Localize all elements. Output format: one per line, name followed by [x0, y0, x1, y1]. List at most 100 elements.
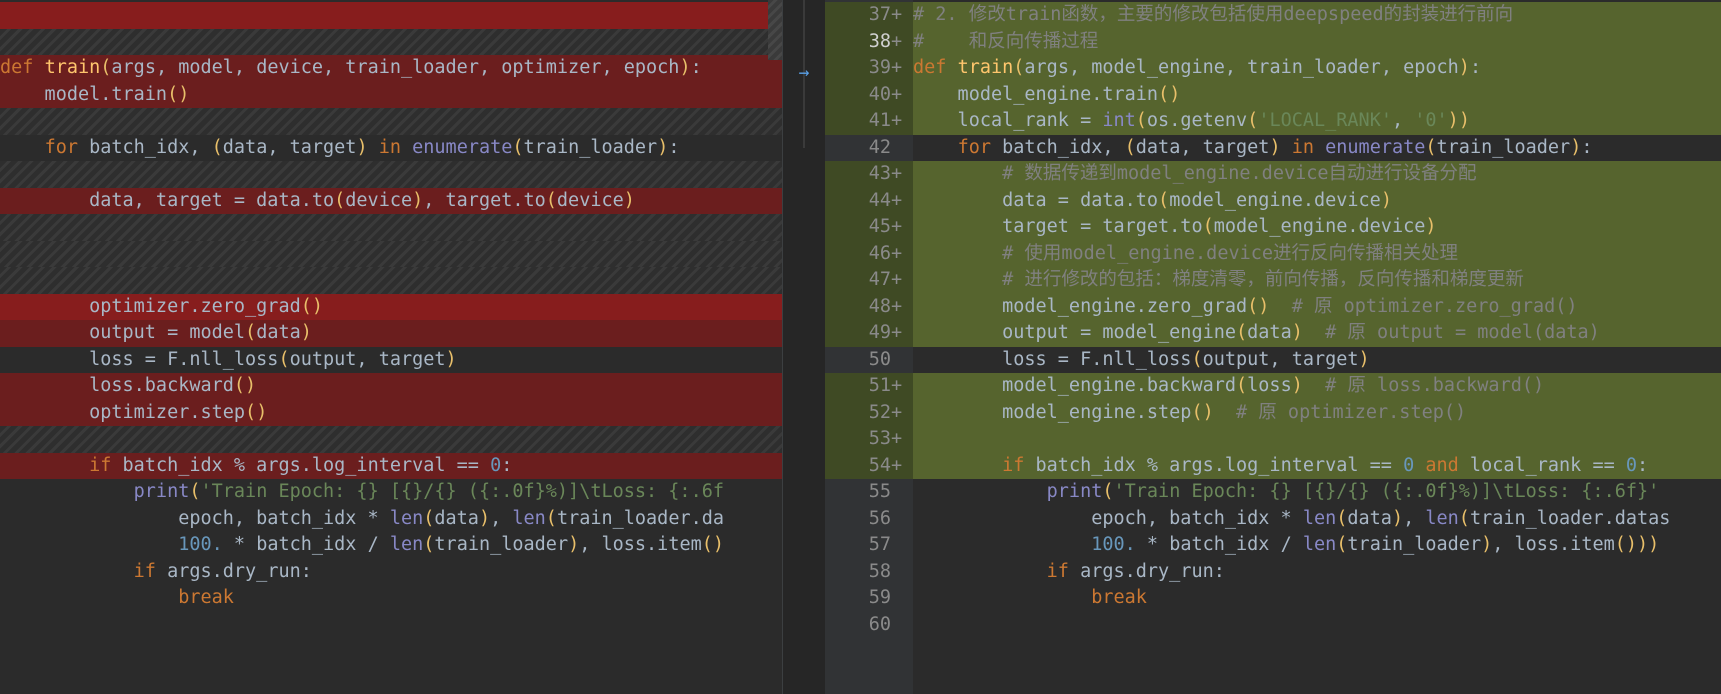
code-line[interactable]: output = model_engine(data) # 原 output =…	[913, 320, 1721, 347]
left-diff-pane[interactable]: def train(args, model, device, train_loa…	[0, 0, 782, 694]
code-line-text: break	[178, 587, 234, 608]
code-line[interactable]: loss.backward()	[0, 373, 782, 400]
code-line[interactable]	[913, 426, 1721, 453]
code-line[interactable]: 100. * batch_idx / len(train_loader), lo…	[913, 532, 1721, 559]
code-line[interactable]	[0, 426, 782, 453]
code-line[interactable]: # 2. 修改train函数，主要的修改包括使用deepspeed的封装进行前向	[913, 2, 1721, 29]
code-line[interactable]: if args.dry_run:	[913, 559, 1721, 586]
code-line[interactable]: for batch_idx, (data, target) in enumera…	[0, 135, 782, 162]
code-line[interactable]: break	[0, 585, 782, 612]
code-line[interactable]: model_engine.train()	[913, 81, 1721, 108]
line-number: 57	[825, 532, 913, 559]
added-line-marker: +	[891, 428, 903, 449]
line-number-value: 55	[868, 481, 891, 502]
code-line[interactable]	[0, 108, 782, 135]
code-line[interactable]: # 进行修改的包括：梯度清零，前向传播，反向传播和梯度更新	[913, 267, 1721, 294]
line-number-value: 39	[868, 57, 891, 78]
code-line[interactable]	[0, 28, 782, 55]
code-line-text: # 进行修改的包括：梯度清零，前向传播，反向传播和梯度更新	[1002, 269, 1524, 290]
left-code-area[interactable]: def train(args, model, device, train_loa…	[0, 0, 782, 694]
line-number-value: 54	[868, 454, 891, 476]
code-line[interactable]: output = model(data)	[0, 320, 782, 347]
code-line[interactable]: break	[913, 585, 1721, 612]
code-line[interactable]: def train(args, model_engine, train_load…	[913, 55, 1721, 82]
code-line[interactable]: # 数据传递到model_engine.device自动进行设备分配	[913, 161, 1721, 188]
code-line[interactable]	[0, 2, 782, 29]
code-line-text: # 使用model_engine.device进行反向传播相关处理	[1002, 242, 1459, 264]
line-number: 51+	[825, 373, 913, 400]
right-diff-pane[interactable]: 37+ 38+ 39+ 40+ 41+ 42 43+ 44+ 45+ 46+ 47+ 48+ 49+ 50…	[825, 0, 1721, 694]
line-number: 42	[825, 135, 913, 162]
code-line[interactable]: model.train()	[0, 81, 782, 108]
line-number-value: 50	[868, 348, 891, 370]
code-line[interactable]: data, target = data.to(device), target.t…	[0, 187, 782, 214]
code-line[interactable]: # 使用model_engine.device进行反向传播相关处理	[913, 240, 1721, 267]
added-line-marker: +	[891, 295, 903, 317]
added-line-marker: +	[891, 216, 903, 237]
code-line[interactable]: if batch_idx % args.log_interval == 0 an…	[913, 452, 1721, 479]
code-line[interactable]: optimizer.step()	[0, 399, 782, 426]
code-line[interactable]: data = data.to(model_engine.device)	[913, 187, 1721, 214]
code-line-text: model_engine.backward(loss) # 原 loss.bac…	[913, 375, 1545, 396]
code-line-text: print('Train Epoch: {} [{}/{} ({:.0f}%)]…	[133, 481, 724, 502]
code-line[interactable]: model_engine.step() # 原 optimizer.step()	[913, 399, 1721, 426]
line-number-value: 53	[868, 428, 891, 449]
line-number: 48+	[825, 293, 913, 320]
code-line-text: optimizer.step()	[0, 401, 268, 423]
code-line-text: 100. * batch_idx / len(train_loader), lo…	[178, 534, 725, 555]
code-line[interactable]	[0, 161, 782, 188]
line-number: 50	[825, 347, 913, 374]
code-line[interactable]	[0, 214, 782, 241]
line-number: 37+	[825, 2, 913, 29]
code-line[interactable]	[0, 240, 782, 267]
code-line-text: for batch_idx, (data, target) in enumera…	[44, 136, 680, 158]
right-code-area[interactable]: # 2. 修改train函数，主要的修改包括使用deepspeed的封装进行前向…	[913, 0, 1721, 694]
code-line[interactable]: local_rank = int(os.getenv('LOCAL_RANK',…	[913, 108, 1721, 135]
line-number-value: 47	[868, 269, 891, 290]
line-number: 47+	[825, 267, 913, 294]
line-number: 40+	[825, 81, 913, 108]
line-number-value: 45	[868, 216, 891, 237]
code-line-text: optimizer.zero_grad()	[0, 295, 324, 317]
code-line-text: loss = F.nll_loss(output, target)	[913, 348, 1370, 370]
code-line-text: # 数据传递到model_engine.device自动进行设备分配	[1002, 163, 1477, 184]
code-line-text: if batch_idx % args.log_interval == 0 an…	[1002, 454, 1649, 476]
line-number: 49+	[825, 320, 913, 347]
code-line-text: model_engine.step() # 原 optimizer.step()	[913, 401, 1467, 423]
added-line-marker: +	[891, 269, 903, 290]
code-line[interactable]: optimizer.zero_grad()	[0, 293, 782, 320]
code-line[interactable]: if batch_idx % args.log_interval == 0:	[0, 452, 782, 479]
line-number-value: 57	[868, 534, 891, 555]
code-line[interactable]: 100. * batch_idx / len(train_loader), lo…	[0, 532, 782, 559]
code-line[interactable]: def train(args, model, device, train_loa…	[0, 55, 782, 82]
code-line[interactable]	[0, 612, 782, 639]
line-number-value: 60	[868, 613, 891, 635]
line-number-value: 52	[868, 401, 891, 423]
code-line-text: output = model_engine(data) # 原 output =…	[913, 322, 1600, 343]
left-scroll-marker	[768, 0, 782, 60]
code-line-text: # 和反向传播过程	[913, 30, 1099, 52]
code-line[interactable]: target = target.to(model_engine.device)	[913, 214, 1721, 241]
code-line[interactable]: model_engine.zero_grad() # 原 optimizer.z…	[913, 293, 1721, 320]
code-line[interactable]: for batch_idx, (data, target) in enumera…	[913, 135, 1721, 162]
code-line[interactable]	[913, 612, 1721, 639]
line-number: 39+	[825, 55, 913, 82]
code-line-text: def train(args, model, device, train_loa…	[0, 57, 702, 78]
code-line-text: epoch, batch_idx * len(data), len(train_…	[913, 507, 1671, 529]
code-line-text: model_engine.train()	[913, 83, 1181, 105]
code-line[interactable]: loss = F.nll_loss(output, target)	[0, 347, 782, 374]
code-line[interactable]: epoch, batch_idx * len(data), len(train_…	[0, 506, 782, 533]
code-line[interactable]: loss = F.nll_loss(output, target)	[913, 347, 1721, 374]
arrow-right-icon[interactable]: →	[795, 64, 813, 82]
code-line-text: if args.dry_run:	[133, 560, 312, 582]
code-line-text: print('Train Epoch: {} [{}/{} ({:.0f}%)]…	[1046, 481, 1660, 502]
code-line[interactable]: epoch, batch_idx * len(data), len(train_…	[913, 506, 1721, 533]
code-line[interactable]	[0, 267, 782, 294]
code-line-text: target = target.to(model_engine.device)	[913, 216, 1437, 237]
code-line[interactable]: if args.dry_run:	[0, 559, 782, 586]
code-line[interactable]: print('Train Epoch: {} [{}/{} ({:.0f}%)]…	[0, 479, 782, 506]
code-line[interactable]: print('Train Epoch: {} [{}/{} ({:.0f}%)]…	[913, 479, 1721, 506]
line-number: 46+	[825, 240, 913, 267]
code-line[interactable]: # 和反向传播过程	[913, 28, 1721, 55]
code-line[interactable]: model_engine.backward(loss) # 原 loss.bac…	[913, 373, 1721, 400]
